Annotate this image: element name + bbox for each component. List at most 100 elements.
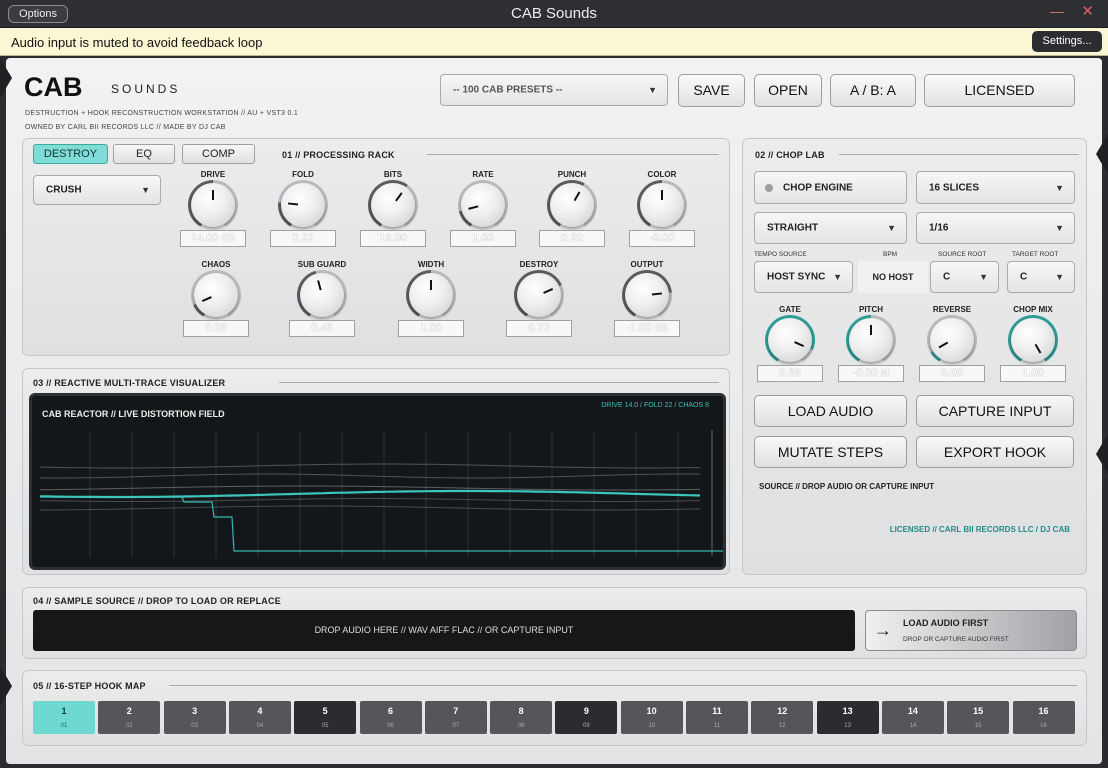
step-pad-14[interactable]: 14 14 bbox=[881, 701, 944, 734]
divider bbox=[279, 382, 719, 383]
load-first-subtitle: DROP OR CAPTURE AUDIO FIRST bbox=[903, 636, 1009, 643]
chop-mix-knob[interactable] bbox=[1011, 318, 1055, 362]
load-audio-button[interactable]: LOAD AUDIO bbox=[754, 395, 907, 427]
step-subindex: 13 bbox=[844, 723, 851, 729]
mutate-steps-button[interactable]: MUTATE STEPS bbox=[754, 436, 907, 468]
drive-value[interactable]: 14.00 dB bbox=[180, 230, 246, 247]
rate-value[interactable]: 1.00 bbox=[450, 230, 516, 247]
output-knob[interactable] bbox=[625, 273, 669, 317]
fold-knob[interactable] bbox=[281, 183, 325, 227]
arrow-right-icon: → bbox=[874, 620, 892, 640]
output-value[interactable]: -1.00 dB bbox=[614, 320, 680, 337]
punch-value[interactable]: 0.20 bbox=[539, 230, 605, 247]
step-pad-11[interactable]: 11 11 bbox=[686, 701, 748, 734]
pitch-value[interactable]: -0.00 st bbox=[838, 365, 904, 382]
close-icon[interactable]: ✕ bbox=[1081, 2, 1094, 20]
capture-input-button[interactable]: CAPTURE INPUT bbox=[916, 395, 1074, 427]
open-button[interactable]: OPEN bbox=[754, 74, 822, 107]
visualizer-title: 03 // REACTIVE MULTI-TRACE VISUALIZER bbox=[33, 378, 226, 388]
pattern-dropdown[interactable]: STRAIGHT ▼ bbox=[754, 212, 907, 244]
target-root-dropdown[interactable]: C ▼ bbox=[1007, 261, 1075, 293]
width-value[interactable]: 1.00 bbox=[398, 320, 464, 337]
step-pad-7[interactable]: 7 07 bbox=[424, 701, 487, 734]
step-number: 10 bbox=[646, 706, 657, 716]
chop-engine-toggle[interactable]: CHOP ENGINE bbox=[754, 171, 907, 204]
edge-notch bbox=[0, 58, 12, 98]
step-number: 2 bbox=[126, 706, 132, 716]
step-pad-5[interactable]: 5 05 bbox=[294, 701, 357, 734]
settings-button[interactable]: Settings... bbox=[1032, 31, 1102, 52]
gate-value[interactable]: 0.88 bbox=[757, 365, 823, 382]
drop-zone[interactable]: DROP AUDIO HERE // WAV AIFF FLAC // OR C… bbox=[33, 610, 855, 651]
trace-line bbox=[40, 485, 700, 491]
chop-title: 02 // CHOP LAB bbox=[755, 150, 825, 160]
destroy-value[interactable]: 0.72 bbox=[506, 320, 572, 337]
step-pad-9[interactable]: 9 09 bbox=[555, 701, 618, 734]
mode-dropdown[interactable]: CRUSH ▼ bbox=[33, 175, 161, 205]
mode-value: CRUSH bbox=[46, 184, 82, 196]
color-knob[interactable] bbox=[640, 183, 684, 227]
chop-mix-value[interactable]: 1.00 bbox=[1000, 365, 1066, 382]
save-button[interactable]: SAVE bbox=[678, 74, 745, 107]
load-audio-first-button[interactable]: → LOAD AUDIO FIRST DROP OR CAPTURE AUDIO… bbox=[865, 610, 1077, 651]
chaos-value[interactable]: 0.08 bbox=[183, 320, 249, 337]
chevron-down-icon: ▼ bbox=[1055, 182, 1064, 193]
licensed-button[interactable]: LICENSED bbox=[924, 74, 1075, 107]
chaos-knob[interactable] bbox=[194, 273, 238, 317]
color-value[interactable]: -0.00 bbox=[629, 230, 695, 247]
step-pad-16[interactable]: 16 16 bbox=[1012, 701, 1075, 734]
tagline: DESTRUCTION + HOOK RECONSTRUCTION WORKST… bbox=[25, 110, 299, 117]
step-number: 7 bbox=[453, 706, 459, 716]
chop-lab-panel: 02 // CHOP LAB CHOP ENGINE 16 SLICES ▼ S… bbox=[742, 138, 1087, 575]
tab-eq[interactable]: EQ bbox=[113, 144, 175, 164]
step-pad-4[interactable]: 4 04 bbox=[228, 701, 291, 734]
drive-knob[interactable] bbox=[191, 183, 235, 227]
step-pad-10[interactable]: 10 10 bbox=[620, 701, 683, 734]
step-pad-2[interactable]: 2 02 bbox=[98, 701, 161, 734]
source-root-dropdown[interactable]: C ▼ bbox=[930, 261, 999, 293]
trace-display bbox=[39, 430, 723, 558]
target-root-value: C bbox=[1020, 271, 1028, 283]
bpm-label: BPM bbox=[883, 251, 898, 258]
step-subindex: 12 bbox=[778, 723, 786, 729]
chevron-down-icon: ▼ bbox=[648, 85, 657, 95]
export-hook-button[interactable]: EXPORT HOOK bbox=[916, 436, 1074, 468]
step-pad-3[interactable]: 3 03 bbox=[163, 701, 226, 734]
preset-dropdown[interactable]: -- 100 CAB PRESETS -- ▼ bbox=[440, 74, 668, 106]
sub-guard-knob[interactable] bbox=[300, 273, 344, 317]
pitch-knob[interactable] bbox=[849, 318, 893, 362]
bits-value[interactable]: 16.00 bbox=[360, 230, 426, 247]
destroy-knob[interactable] bbox=[517, 273, 561, 317]
minimize-icon[interactable]: — bbox=[1050, 3, 1064, 19]
led-dot-icon bbox=[765, 184, 773, 192]
sub-guard-value[interactable]: 0.45 bbox=[289, 320, 355, 337]
step-pad-6[interactable]: 6 06 bbox=[359, 701, 422, 734]
step-pad-12[interactable]: 12 12 bbox=[751, 701, 814, 734]
step-number: 4 bbox=[257, 706, 263, 716]
reverse-knob[interactable] bbox=[930, 318, 974, 362]
fold-value[interactable]: 0.22 bbox=[270, 230, 336, 247]
mute-notification-bar: Audio input is muted to avoid feedback l… bbox=[0, 28, 1108, 56]
tab-destroy[interactable]: DESTROY bbox=[33, 144, 108, 164]
bits-knob[interactable] bbox=[371, 183, 415, 227]
division-dropdown[interactable]: 1/16 ▼ bbox=[916, 212, 1075, 244]
tab-comp[interactable]: COMP bbox=[182, 144, 255, 164]
step-pad-8[interactable]: 8 08 bbox=[490, 701, 553, 734]
visualizer-screen: CAB REACTOR // LIVE DISTORTION FIELD DRI… bbox=[29, 393, 726, 570]
step-subindex: 08 bbox=[517, 723, 525, 729]
slices-dropdown[interactable]: 16 SLICES ▼ bbox=[916, 171, 1075, 204]
tempo-source-dropdown[interactable]: HOST SYNC ▼ bbox=[754, 261, 853, 293]
rate-knob[interactable] bbox=[461, 183, 505, 227]
gate-knob[interactable] bbox=[768, 318, 812, 362]
punch-knob[interactable] bbox=[550, 183, 594, 227]
step-pad-1[interactable]: 1 01 bbox=[33, 701, 95, 734]
width-knob[interactable] bbox=[409, 273, 453, 317]
source-root-label: SOURCE ROOT bbox=[938, 251, 987, 258]
step-pad-15[interactable]: 15 15 bbox=[947, 701, 1010, 734]
sample-source-panel: 04 // SAMPLE SOURCE // DROP TO LOAD OR R… bbox=[22, 587, 1087, 659]
step-subindex: 11 bbox=[713, 723, 721, 729]
step-pad-13[interactable]: 13 13 bbox=[816, 701, 879, 734]
ab-toggle-button[interactable]: A / B: A bbox=[830, 74, 916, 107]
step-subindex: 14 bbox=[909, 723, 917, 729]
reverse-value[interactable]: 0.00 bbox=[919, 365, 985, 382]
